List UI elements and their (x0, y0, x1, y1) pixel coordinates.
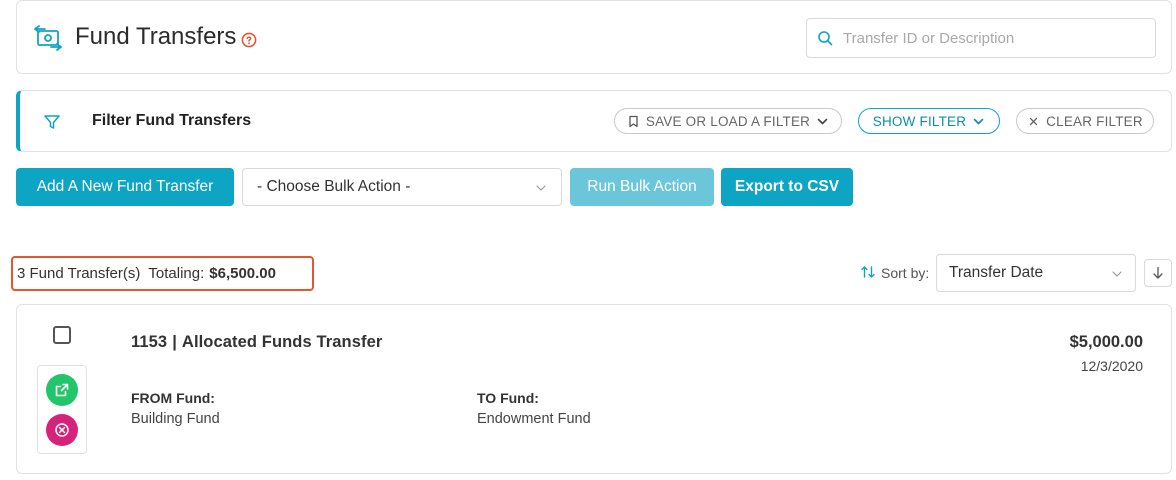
delete-transfer-button[interactable] (46, 414, 78, 446)
money-transfer-icon (33, 25, 63, 51)
sort-selected: Transfer Date (949, 264, 1044, 281)
from-fund-value: Building Fund (131, 411, 220, 427)
transfer-id: 1153 (131, 333, 168, 351)
search-box[interactable] (806, 18, 1156, 58)
transfer-card: 1153 | Allocated Funds Transfer $5,000.00 … (16, 304, 1172, 474)
title-separator: | (172, 333, 177, 351)
save-load-filter-button[interactable]: SAVE OR LOAD A FILTER (614, 108, 842, 134)
transfer-description: Allocated Funds Transfer (181, 333, 383, 351)
search-icon (818, 31, 833, 46)
to-fund-value: Endowment Fund (477, 411, 591, 427)
bulk-action-select[interactable]: - Choose Bulk Action - (242, 168, 562, 206)
transfer-select-checkbox[interactable] (53, 326, 71, 344)
clear-filter-label: CLEAR FILTER (1046, 113, 1143, 129)
filter-panel: Filter Fund Transfers SAVE OR LOAD A FIL… (16, 90, 1172, 152)
chevron-down-icon (973, 118, 984, 124)
filter-title: Filter Fund Transfers (92, 112, 252, 129)
close-icon (1030, 117, 1038, 125)
sort-icon (860, 264, 876, 280)
to-fund-label: TO Fund: (477, 390, 539, 406)
export-csv-button[interactable]: Export to CSV (721, 168, 853, 206)
show-filter-button[interactable]: SHOW FILTER (858, 108, 1000, 134)
sort-label: Sort by: (881, 265, 930, 281)
chevron-down-icon (817, 118, 828, 124)
transfer-title[interactable]: 1153 | Allocated Funds Transfer (131, 333, 382, 352)
page-header: Fund Transfers (16, 0, 1172, 74)
show-filter-label: SHOW FILTER (872, 113, 967, 129)
save-load-filter-label: SAVE OR LOAD A FILTER (645, 113, 811, 129)
search-input[interactable] (843, 29, 1143, 47)
transfer-summary: 3 Fund Transfer(s) Totaling: $6,500.00 (11, 256, 314, 291)
run-bulk-action-button[interactable]: Run Bulk Action (570, 168, 714, 206)
arrow-down-icon (1153, 266, 1163, 279)
from-fund-label: FROM Fund: (131, 390, 215, 406)
sort-select[interactable]: Transfer Date (936, 254, 1136, 292)
transfer-amount: $5,000.00 (1069, 333, 1143, 351)
sort-direction-button[interactable] (1144, 259, 1172, 287)
add-fund-transfer-button[interactable]: Add A New Fund Transfer (16, 168, 234, 206)
filter-icon[interactable] (42, 112, 62, 132)
chevron-down-icon (1112, 271, 1122, 277)
total-amount: $6,500.00 (209, 265, 276, 282)
bookmark-icon (629, 115, 638, 127)
chevron-down-icon (536, 185, 546, 191)
transfer-actions (37, 365, 87, 454)
help-icon[interactable] (241, 32, 257, 48)
clear-filter-button[interactable]: CLEAR FILTER (1016, 108, 1154, 134)
external-link-icon (55, 383, 69, 397)
totaling-label: Totaling: (148, 265, 205, 282)
transfer-date: 12/3/2020 (1080, 358, 1143, 374)
bulk-action-selected: - Choose Bulk Action - (257, 178, 411, 195)
page-title: Fund Transfers (75, 23, 237, 50)
open-transfer-button[interactable] (46, 374, 78, 406)
transfer-count: 3 Fund Transfer(s) (17, 265, 141, 282)
remove-circle-icon (55, 423, 69, 437)
